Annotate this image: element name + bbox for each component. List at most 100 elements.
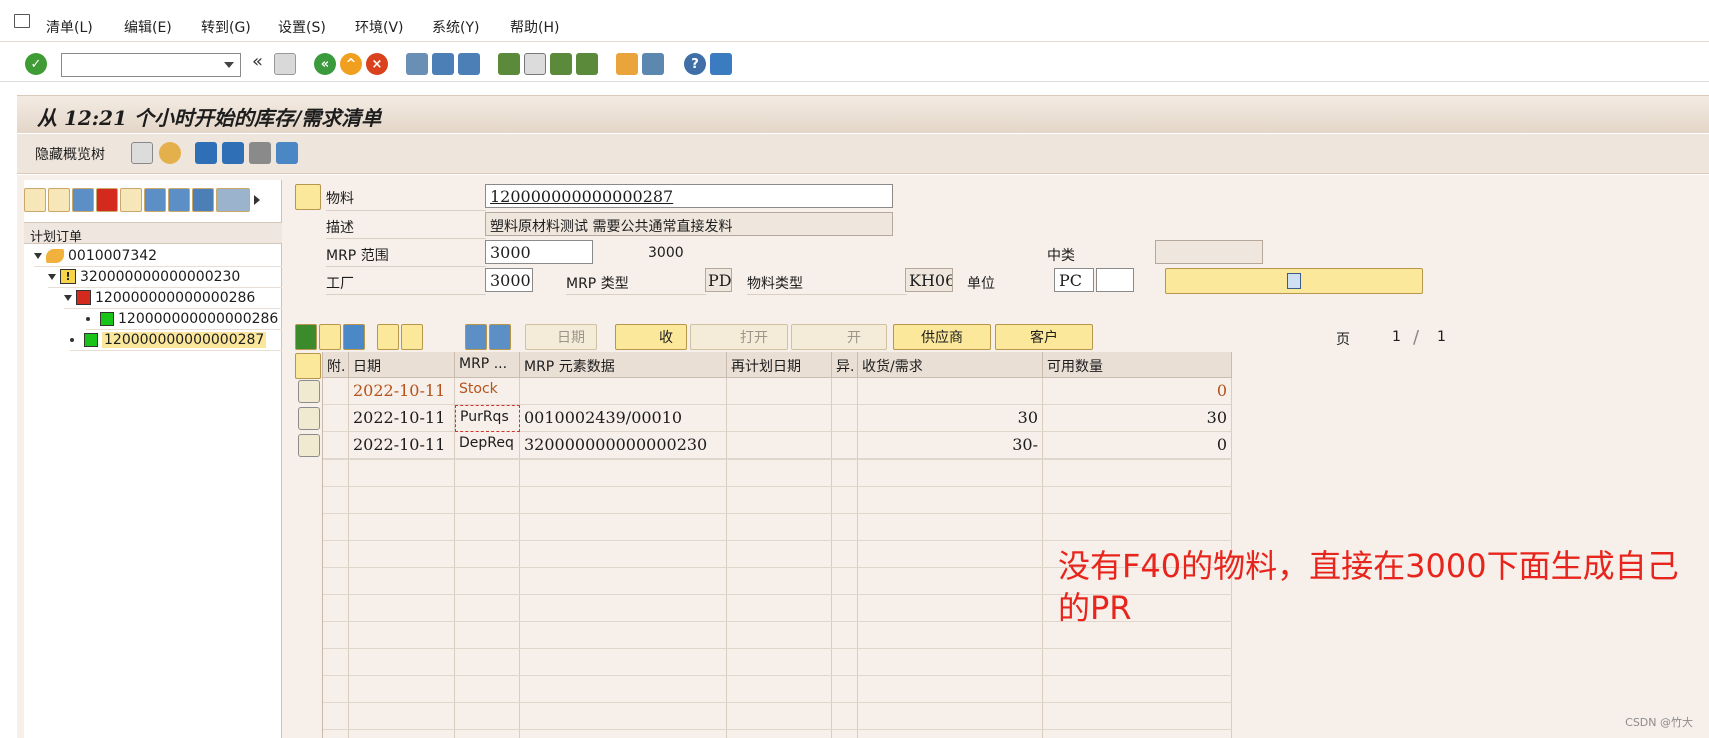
divider xyxy=(326,238,486,239)
menu-settings[interactable]: 设置(S) xyxy=(278,17,326,37)
open-button[interactable]: 打开 xyxy=(690,324,788,350)
exit-icon[interactable]: ^ xyxy=(340,53,362,75)
structure-down-icon[interactable] xyxy=(401,324,423,350)
back-icon[interactable]: « xyxy=(314,53,336,75)
detail-magnifier-icon[interactable] xyxy=(298,380,320,403)
scroll-right-icon[interactable] xyxy=(254,195,260,205)
print-icon[interactable] xyxy=(406,53,428,75)
last-page-icon[interactable] xyxy=(576,53,598,75)
sort-up-icon[interactable] xyxy=(489,324,511,350)
menu-goto[interactable]: 转到(G) xyxy=(201,17,251,37)
collapse-icon[interactable]: « xyxy=(252,51,263,72)
menu-list[interactable]: 清单(L) xyxy=(46,17,93,37)
help-icon[interactable]: ? xyxy=(684,53,706,75)
first-page-icon[interactable] xyxy=(498,53,520,75)
edit-button[interactable] xyxy=(1165,268,1423,294)
chevron-down-icon[interactable] xyxy=(224,62,234,68)
receipts-button[interactable]: 收 xyxy=(615,324,687,350)
col-header-mrp-element[interactable]: MRP ... xyxy=(455,352,520,378)
menu-edit[interactable]: 编辑(E) xyxy=(124,17,172,37)
layout-icon[interactable] xyxy=(295,353,321,379)
tree-node-label: 120000000000000286 xyxy=(95,289,256,306)
col-header-mrp-data[interactable]: MRP 元素数据 xyxy=(520,352,727,378)
col-header-exception[interactable]: 异. xyxy=(832,352,858,378)
menu-environment[interactable]: 环境(V) xyxy=(355,17,404,37)
plant-field[interactable]: 3000 xyxy=(485,268,533,292)
cancel-icon[interactable]: × xyxy=(366,53,388,75)
tree-node[interactable]: 120000000000000286 xyxy=(86,308,282,330)
sort-down-icon[interactable] xyxy=(465,324,487,350)
mrp-area-field[interactable]: 3000 xyxy=(485,240,593,264)
date-button-label: 日期 xyxy=(557,330,585,346)
unit-field[interactable]: PC xyxy=(1054,268,1094,292)
delete-icon[interactable] xyxy=(276,142,298,164)
standard-toolbar: ✓ « « ^ × ? xyxy=(0,43,1709,82)
new-document-icon[interactable] xyxy=(131,142,153,164)
sort-down-icon[interactable] xyxy=(144,188,166,212)
menu-help[interactable]: 帮助(H) xyxy=(510,17,559,37)
table-cell-mrp: DepReq xyxy=(455,432,520,459)
glasses-icon[interactable] xyxy=(319,324,341,350)
print-tree-icon[interactable] xyxy=(216,188,250,212)
user-icon[interactable] xyxy=(159,142,181,164)
tree-node[interactable]: 120000000000000286 xyxy=(64,287,282,309)
tree-node-label: 120000000000000287 xyxy=(102,331,267,348)
shortcut-icon[interactable] xyxy=(642,53,664,75)
col-header-available[interactable]: 可用数量 xyxy=(1043,352,1232,378)
menu-system[interactable]: 系统(Y) xyxy=(432,17,479,37)
menu-icon[interactable] xyxy=(14,14,30,28)
mrp-area-label: MRP 范围 xyxy=(326,248,389,264)
save-icon[interactable] xyxy=(274,53,296,75)
material-header-icon[interactable] xyxy=(295,184,321,210)
detail-magnifier-icon[interactable] xyxy=(298,434,320,457)
material-field[interactable]: 120000000000000287 xyxy=(485,184,893,208)
structure-up-icon[interactable] xyxy=(377,324,399,350)
tree-node[interactable]: 0010007342 xyxy=(34,245,282,267)
find-tree-icon[interactable] xyxy=(192,188,214,212)
mrp-area-text: 3000 xyxy=(648,245,684,261)
new-session-icon[interactable] xyxy=(616,53,638,75)
structure-icon[interactable] xyxy=(120,188,142,212)
customer-button[interactable]: 客户 xyxy=(995,324,1093,350)
enter-check-icon[interactable]: ✓ xyxy=(25,53,47,75)
date-button[interactable]: 日期 xyxy=(525,324,597,350)
layout-menu-icon[interactable] xyxy=(710,53,732,75)
col-header-attach[interactable]: 附. xyxy=(323,352,349,378)
find-next-icon[interactable] xyxy=(458,53,480,75)
expand-icon[interactable] xyxy=(24,188,46,212)
pencil-icon[interactable] xyxy=(343,324,365,350)
previous-page-icon[interactable] xyxy=(524,53,546,75)
hierarchy-icon[interactable] xyxy=(48,188,70,212)
page-current: 1 xyxy=(1392,329,1401,345)
hide-overview-tree-button[interactable]: 隐藏概览树 xyxy=(35,144,105,164)
table-cell-mrp[interactable]: PurRqs xyxy=(455,405,520,432)
chevron-down-icon[interactable] xyxy=(64,294,72,301)
exception-icon[interactable] xyxy=(96,188,118,212)
chevron-down-icon[interactable] xyxy=(48,273,56,280)
tree-node[interactable]: 120000000000000287 xyxy=(70,329,282,351)
vendor-button[interactable]: 供应商 xyxy=(893,324,991,350)
find-icon[interactable] xyxy=(432,53,454,75)
refresh-tree-icon[interactable] xyxy=(72,188,94,212)
chevron-down-icon[interactable] xyxy=(34,252,42,259)
col-header-date[interactable]: 日期 xyxy=(349,352,455,378)
sum-icon[interactable] xyxy=(295,324,317,350)
sort-up-icon[interactable] xyxy=(168,188,190,212)
detail-icon[interactable] xyxy=(249,142,271,164)
col-header-replan-date[interactable]: 再计划日期 xyxy=(727,352,832,378)
detail-magnifier-icon[interactable] xyxy=(298,407,320,430)
filter-icon[interactable] xyxy=(222,142,244,164)
table-cell-replan xyxy=(727,405,832,432)
command-field[interactable] xyxy=(61,53,241,77)
next-page-icon[interactable] xyxy=(550,53,572,75)
unit-extra-field[interactable] xyxy=(1096,268,1134,292)
refresh-icon[interactable] xyxy=(195,142,217,164)
table-cell-qty xyxy=(858,378,1043,405)
page-separator: / xyxy=(1413,327,1420,348)
tree-node-label: 0010007342 xyxy=(68,247,158,264)
open2-button[interactable]: 开 xyxy=(791,324,887,350)
col-header-receipt-req[interactable]: 收货/需求 xyxy=(858,352,1043,378)
divider xyxy=(326,266,486,267)
tree-node[interactable]: ! 320000000000000230 xyxy=(48,266,282,288)
open2-button-label: 开 xyxy=(847,330,861,346)
